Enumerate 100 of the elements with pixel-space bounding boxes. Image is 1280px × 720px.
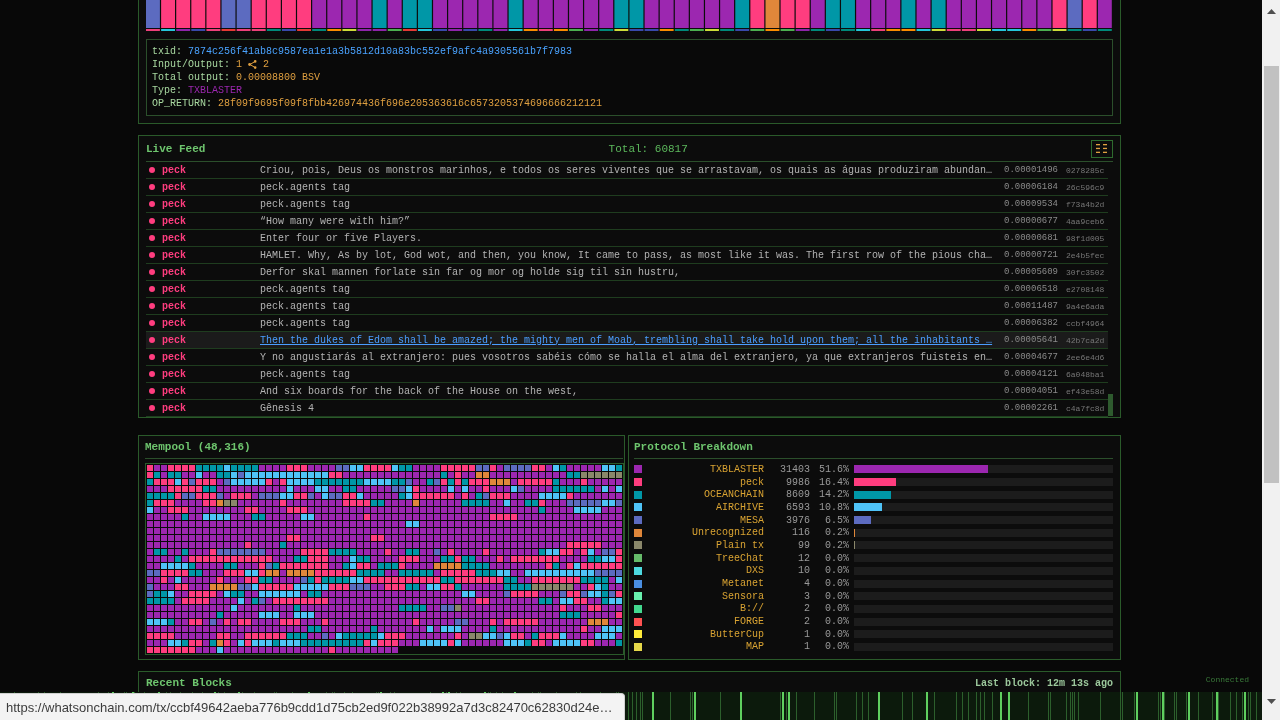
protocol-name: peck: [162, 266, 186, 278]
field-value: 0.00008800 BSV: [236, 71, 321, 84]
count-text: 6593: [786, 501, 810, 513]
amount-text: 0.00000677: [1004, 216, 1058, 226]
percent-text: 51.6%: [819, 463, 849, 475]
protocol-name: MAP: [746, 641, 764, 653]
field-label: OP_RETURN:: [152, 97, 212, 110]
hash-text: e2708148: [1066, 284, 1105, 294]
panel-title: Protocol Breakdown: [634, 441, 753, 453]
count-text: 116: [792, 527, 810, 539]
hash-text: 26c596c9: [1066, 182, 1105, 192]
protocol-name: MESA: [740, 514, 764, 526]
count-text: 12: [798, 552, 810, 564]
output-count: 2: [263, 58, 270, 71]
input-count: 1: [236, 58, 243, 71]
hash-text: 2e4b5fec: [1066, 250, 1105, 260]
message-link[interactable]: Then the dukes of Edom shall be amazed; the mighty men of Moab, trembling shall take hold upon them; all the inhabitants …: [260, 334, 993, 346]
count-text: 99: [798, 539, 810, 551]
protocol-name: AIRCHIVE: [716, 501, 764, 513]
protocol-name: peck: [162, 249, 186, 261]
protocol-name: Plain tx: [716, 539, 764, 551]
protocol-name: DXS: [746, 565, 764, 577]
feed-row[interactable]: peck peck.agents tag 0.00004121 6a048ba1: [146, 366, 1108, 383]
feed-row[interactable]: peck peck.agents tag 0.00011487 9a4e6ada: [146, 298, 1108, 315]
field-value: 28f09f9695f09f8fbb426974436f696e205363616c6573205374696666212121: [218, 97, 603, 110]
feed-row[interactable]: peck Enter four or five Players. 0.00000681 98f1d005: [146, 230, 1108, 247]
total-count: Total: 60817: [608, 142, 688, 155]
percent-text: 0.0%: [825, 552, 849, 564]
count-text: 10: [798, 565, 810, 577]
panel-title: Recent Blocks: [146, 677, 232, 689]
feed-row[interactable]: peck Criou, pois, Deus os monstros marinhos, e todos os seres viventes que se arrastavam, os quais as águas produziram abundan… 0.00001496 0278285c: [146, 162, 1108, 179]
type-value: TXBLASTER: [188, 84, 243, 97]
protocol-name: B://: [740, 603, 764, 615]
feed-row[interactable]: peck peck.agents tag 0.00006184 26c596c9: [146, 179, 1108, 196]
feed-row[interactable]: peck Y no angustiarás al extranjero: pues vosotros sabéis cómo se halla el alma del extranjero, ya que extranjeros fuisteis en… 0.00004677 2ee6e4d6: [146, 349, 1108, 366]
scrollbar-thumb[interactable]: [1108, 394, 1113, 416]
protocol-name: peck: [162, 198, 186, 210]
protocol-name: OCEANCHAIN: [704, 489, 764, 501]
message-text: HAMLET. Why, As by lot, God wot, and then, you know, It came to pass, as most like it was. The first row of the pious cha…: [260, 249, 993, 261]
amount-text: 0.00009534: [1004, 199, 1058, 209]
amount-text: 0.00004051: [1004, 386, 1058, 396]
percent-text: 0.2%: [825, 539, 849, 551]
txid-link[interactable]: 7874c256f41ab8c9587ea1e1a3b5812d10a83bc552ef9afc4a9305561b7f7983: [188, 45, 573, 58]
up-arrow-icon[interactable]: [1266, 9, 1276, 14]
percent-text: 0.0%: [825, 565, 849, 577]
hash-text: ef43e58d: [1066, 386, 1105, 396]
feed-row[interactable]: peck peck.agents tag 0.00009534 f73a4b2d: [146, 196, 1108, 213]
protocol-name: peck: [162, 215, 186, 227]
field-label: Type:: [152, 84, 182, 97]
message-text: Criou, pois, Deus os monstros marinhos, e todos os seres viventes que se arrastavam, os quais as águas produziram abundan…: [260, 164, 993, 176]
hash-text: ccbf4964: [1066, 318, 1105, 328]
amount-text: 0.00004121: [1004, 369, 1058, 379]
count-text: 8609: [786, 489, 810, 501]
feed-row[interactable]: peck And six boards for the back of the House on the west, 0.00004051 ef43e58d: [146, 383, 1108, 400]
amount-text: 0.00006518: [1004, 284, 1058, 294]
field-label: Total output:: [152, 71, 230, 84]
status-url-text: https://whatsonchain.com/tx/ccbf49642aeba776b9cdd1d75cb2ed9f022b38992a7d3c82470c62830d24e…: [0, 693, 626, 720]
message-text: peck.agents tag: [260, 317, 350, 329]
list-view-icon: [1096, 144, 1108, 153]
count-text: 9986: [786, 476, 810, 488]
protocol-name: Metanet: [722, 578, 764, 590]
hash-text: 6a048ba1: [1066, 369, 1105, 379]
count-text: 1: [804, 641, 810, 653]
percent-text: 16.4%: [819, 476, 849, 488]
amount-text: 0.00006184: [1004, 182, 1058, 192]
amount-text: 0.00006382: [1004, 318, 1058, 328]
protocol-name: peck: [162, 402, 186, 414]
amount-text: 0.00001496: [1004, 165, 1058, 175]
protocol-name: peck: [162, 300, 186, 312]
percent-text: 14.2%: [819, 489, 849, 501]
scrollbar-thumb[interactable]: [1263, 66, 1279, 483]
hash-text: 9a4e6ada: [1066, 301, 1105, 311]
message-text: Enter four or five Players.: [260, 232, 423, 244]
hash-text: 0278285c: [1066, 165, 1105, 175]
share-icon: [248, 60, 258, 69]
protocol-name: TreeChat: [716, 552, 764, 564]
feed-row[interactable]: peck Gênesis 4 0.00002261 c4a7fc8d: [146, 400, 1108, 417]
feed-row[interactable]: peck peck.agents tag 0.00006518 e2708148: [146, 281, 1108, 298]
panel-title: Live Feed: [146, 142, 206, 155]
hash-text: 30fc3502: [1066, 267, 1105, 277]
amount-text: 0.00005641: [1004, 335, 1058, 345]
protocol-name: peck: [740, 476, 764, 488]
message-text: peck.agents tag: [260, 198, 350, 210]
down-arrow-icon[interactable]: [1266, 699, 1276, 704]
protocol-name: peck: [162, 385, 186, 397]
count-text: 3: [804, 590, 810, 602]
percent-text: 0.0%: [825, 641, 849, 653]
percent-text: 0.0%: [825, 578, 849, 590]
feed-row[interactable]: peck Derfor skal mannen forlate sin far og mor og holde sig til sin hustru, 0.00005609 30fc3502: [146, 264, 1108, 281]
message-text: And six boards for the back of the House on the west,: [260, 385, 579, 397]
protocol-name: Sensora: [722, 590, 764, 602]
field-label: txid:: [152, 45, 182, 58]
last-block-text: Last block: 12m 13s ago: [974, 677, 1113, 689]
hash-text: 2ee6e4d6: [1066, 352, 1105, 362]
feed-row[interactable]: peck Then the dukes of Edom shall be amazed; the mighty men of Moab, trembling shall take hold upon them; all the inhabitants … 0.00005641 42b7ca2d: [146, 332, 1108, 349]
feed-row[interactable]: peck HAMLET. Why, As by lot, God wot, and then, you know, It came to pass, as most like it was. The first row of the pious cha… 0.00000721 2e4b5fec: [146, 247, 1108, 264]
hash-text: 98f1d005: [1066, 233, 1105, 243]
view-toggle-button[interactable]: [1091, 139, 1113, 158]
percent-text: 6.5%: [825, 514, 849, 526]
feed-row[interactable]: peck “How many were with him?” 0.00000677 4aa9ceb6: [146, 213, 1108, 230]
